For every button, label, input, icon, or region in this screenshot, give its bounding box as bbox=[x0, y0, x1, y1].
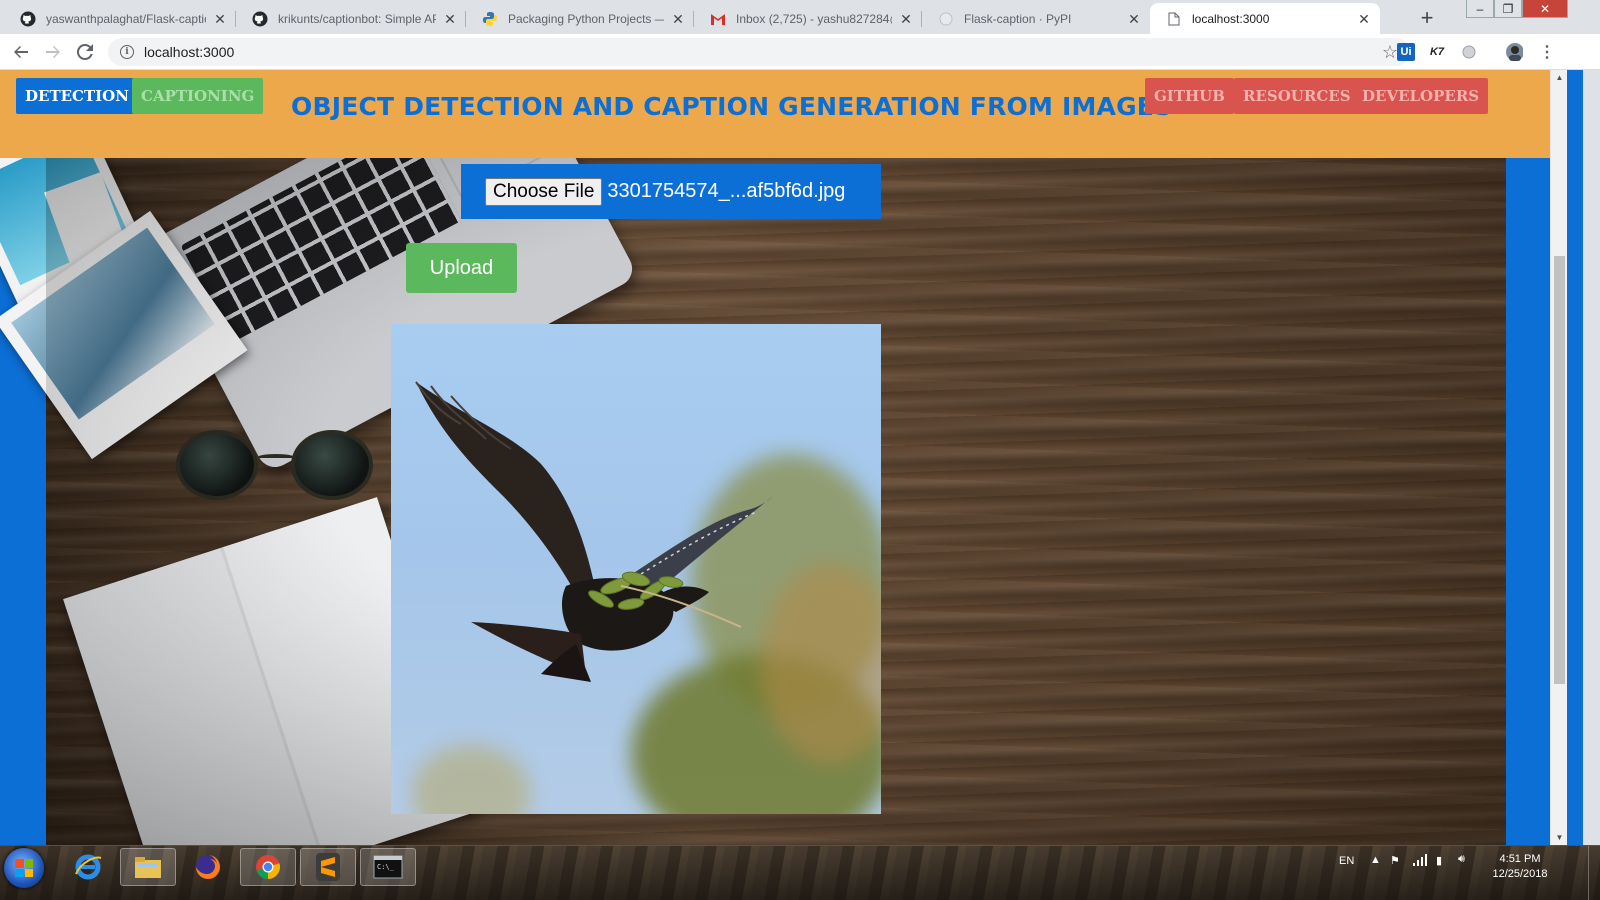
tab-close-icon[interactable]: ✕ bbox=[442, 11, 458, 27]
tab-close-icon[interactable]: ✕ bbox=[670, 11, 686, 27]
browser-tab[interactable]: Flask-caption · PyPI ✕ bbox=[922, 3, 1150, 34]
github-label: GITHUB bbox=[1154, 87, 1225, 105]
ui-extension-icon[interactable]: Ui bbox=[1397, 43, 1415, 61]
scroll-down-icon[interactable]: ▼ bbox=[1551, 830, 1568, 845]
start-button[interactable] bbox=[4, 848, 44, 888]
resources-label: RESOURCES bbox=[1243, 87, 1351, 105]
system-clock[interactable]: 4:51 PM 12/25/2018 bbox=[1484, 852, 1556, 882]
resources-button[interactable]: RESOURCES bbox=[1234, 78, 1360, 114]
page-icon bbox=[1166, 11, 1182, 27]
language-indicator[interactable]: EN bbox=[1339, 855, 1354, 867]
firefox-icon[interactable] bbox=[180, 848, 236, 886]
forward-arrow-icon[interactable] bbox=[41, 40, 65, 64]
action-center-flag-icon[interactable]: ⚑ bbox=[1390, 854, 1400, 867]
page-scrollbar[interactable]: ▲ ▼ bbox=[1550, 70, 1567, 845]
browser-tab[interactable]: krikunts/captionbot: Simple API ✕ bbox=[236, 3, 466, 34]
captioning-button[interactable]: CAPTIONING bbox=[132, 78, 264, 114]
network-signal-icon[interactable] bbox=[1412, 854, 1428, 869]
selected-file-name: 3301754574_...af5bf6d.jpg bbox=[607, 180, 846, 202]
windows-logo-icon bbox=[15, 859, 33, 877]
developers-button[interactable]: DEVELOPERS bbox=[1353, 78, 1489, 114]
internet-explorer-icon[interactable] bbox=[60, 848, 116, 886]
clock-time: 4:51 PM bbox=[1499, 853, 1541, 865]
upload-button[interactable]: Upload bbox=[406, 243, 517, 293]
file-input-container: Choose File 3301754574_...af5bf6d.jpg bbox=[461, 164, 881, 219]
windows-taskbar: C:\_ EN ▲ ⚑ ▮ 🔊︎ 4:51 PM 12/25/2018 bbox=[0, 845, 1600, 900]
minimize-button[interactable]: – bbox=[1466, 0, 1494, 18]
github-button[interactable]: GITHUB bbox=[1145, 78, 1234, 114]
github-icon bbox=[252, 11, 268, 27]
close-window-button[interactable]: ✕ bbox=[1522, 0, 1568, 18]
browser-tab-active[interactable]: localhost:3000 ✕ bbox=[1150, 3, 1380, 34]
window-controls: – ❐ ✕ bbox=[1466, 0, 1568, 20]
tab-title: localhost:3000 bbox=[1192, 11, 1270, 26]
tab-title: Packaging Python Projects — Py bbox=[508, 11, 664, 26]
gmail-icon bbox=[710, 11, 726, 27]
uploaded-image-preview bbox=[391, 324, 881, 814]
svg-text:C:\_: C:\_ bbox=[377, 863, 395, 871]
detection-button[interactable]: DETECTION bbox=[16, 78, 138, 114]
tab-close-icon[interactable]: ✕ bbox=[1356, 11, 1372, 27]
address-bar[interactable]: i localhost:3000 ☆ bbox=[108, 38, 1410, 66]
k7-extension-icon[interactable]: K7 bbox=[1428, 43, 1446, 61]
choose-file-button[interactable]: Choose File bbox=[485, 177, 603, 206]
file-explorer-icon[interactable] bbox=[120, 848, 176, 886]
volume-icon[interactable]: 🔊︎ bbox=[1458, 853, 1465, 866]
back-arrow-icon[interactable] bbox=[9, 40, 33, 64]
background-sunglasses bbox=[156, 420, 396, 510]
globe-icon bbox=[938, 11, 954, 27]
scroll-thumb[interactable] bbox=[1554, 256, 1565, 684]
app-navbar: DETECTION CAPTIONING OBJECT DETECTION AN… bbox=[0, 70, 1550, 158]
bookmark-star-icon[interactable]: ☆ bbox=[1382, 42, 1398, 63]
url-text: localhost:3000 bbox=[144, 44, 235, 60]
chrome-menu-icon[interactable]: ⋮ bbox=[1538, 43, 1556, 61]
profile-avatar[interactable] bbox=[1505, 43, 1523, 61]
show-desktop-button[interactable] bbox=[1588, 846, 1600, 900]
captioning-label: CAPTIONING bbox=[141, 87, 255, 105]
show-hidden-icons-icon[interactable]: ▲ bbox=[1370, 854, 1381, 866]
detection-label: DETECTION bbox=[25, 87, 129, 105]
clock-date: 12/25/2018 bbox=[1492, 868, 1548, 880]
python-icon bbox=[482, 11, 498, 27]
tab-title: krikunts/captionbot: Simple API bbox=[278, 11, 436, 26]
site-info-icon[interactable]: i bbox=[120, 45, 134, 59]
tab-title: Flask-caption · PyPI bbox=[964, 11, 1072, 26]
reload-icon[interactable] bbox=[73, 40, 97, 64]
chrome-icon[interactable] bbox=[240, 848, 296, 886]
browser-tab-strip: yaswanthpalaghat/Flask-caption ✕ krikunt… bbox=[0, 0, 1600, 34]
browser-toolbar: i localhost:3000 ☆ Ui K7 ⋮ bbox=[0, 34, 1600, 70]
page-viewport: DETECTION CAPTIONING OBJECT DETECTION AN… bbox=[0, 70, 1583, 845]
browser-tab[interactable]: yaswanthpalaghat/Flask-caption ✕ bbox=[4, 3, 236, 34]
extension-label: K7 bbox=[1429, 46, 1445, 58]
page-title: OBJECT DETECTION AND CAPTION GENERATION … bbox=[291, 92, 1173, 121]
restore-button[interactable]: ❐ bbox=[1494, 0, 1522, 18]
extension-circle-icon[interactable] bbox=[1460, 43, 1478, 61]
new-tab-button[interactable]: + bbox=[1414, 6, 1440, 32]
scroll-up-icon[interactable]: ▲ bbox=[1551, 70, 1568, 85]
browser-tab[interactable]: Inbox (2,725) - yashu827284@g ✕ bbox=[694, 3, 922, 34]
tab-title: Inbox (2,725) - yashu827284@g bbox=[736, 11, 892, 26]
tab-close-icon[interactable]: ✕ bbox=[898, 11, 914, 27]
extension-label: Ui bbox=[1400, 46, 1412, 58]
tab-close-icon[interactable]: ✕ bbox=[212, 11, 228, 27]
sublime-text-icon[interactable] bbox=[300, 848, 356, 886]
battery-icon[interactable]: ▮ bbox=[1436, 854, 1442, 867]
developers-label: DEVELOPERS bbox=[1362, 87, 1480, 105]
tab-close-icon[interactable]: ✕ bbox=[1126, 11, 1142, 27]
bird-illustration bbox=[415, 381, 773, 682]
browser-tab[interactable]: Packaging Python Projects — Py ✕ bbox=[466, 3, 694, 34]
tab-title: yaswanthpalaghat/Flask-caption bbox=[46, 11, 206, 26]
command-prompt-icon[interactable]: C:\_ bbox=[360, 848, 416, 886]
github-icon bbox=[20, 11, 36, 27]
